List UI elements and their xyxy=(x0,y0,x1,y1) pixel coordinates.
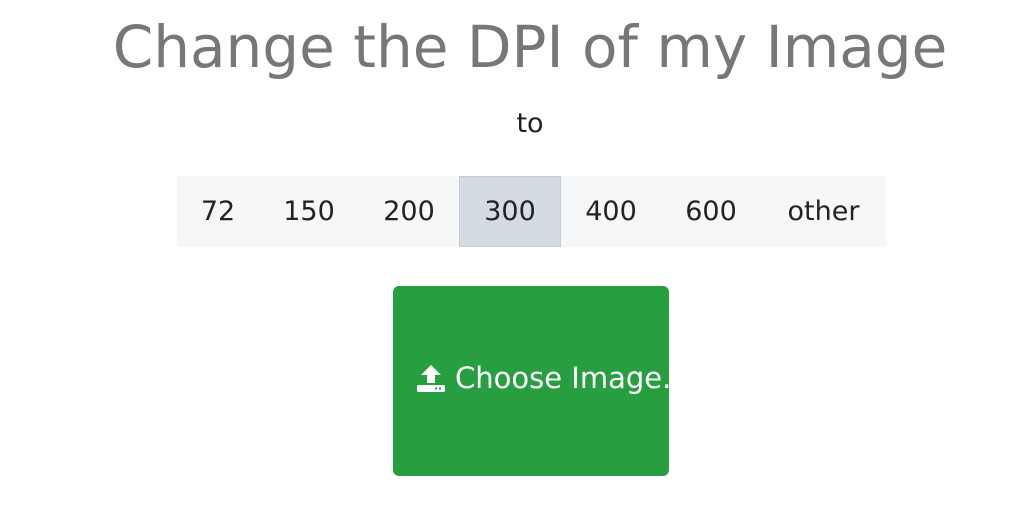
subtitle-to: to xyxy=(516,108,544,139)
dpi-selector: 72 150 200 300 400 600 other xyxy=(177,176,886,247)
dpi-option-400[interactable]: 400 xyxy=(561,176,661,247)
page: Change the DPI of my Image to 72 150 200… xyxy=(0,0,1024,511)
page-title: Change the DPI of my Image xyxy=(112,13,948,81)
upload-icon xyxy=(415,362,447,394)
choose-image-button[interactable]: Choose Image.. xyxy=(393,286,669,476)
choose-image-content: Choose Image.. xyxy=(415,360,669,396)
dpi-option-other[interactable]: other xyxy=(761,176,886,247)
dpi-option-600[interactable]: 600 xyxy=(661,176,761,247)
dpi-option-200[interactable]: 200 xyxy=(359,176,459,247)
dpi-option-72[interactable]: 72 xyxy=(177,176,259,247)
choose-image-label: Choose Image.. xyxy=(455,361,669,395)
dpi-option-300[interactable]: 300 xyxy=(459,176,561,247)
dpi-option-150[interactable]: 150 xyxy=(259,176,359,247)
